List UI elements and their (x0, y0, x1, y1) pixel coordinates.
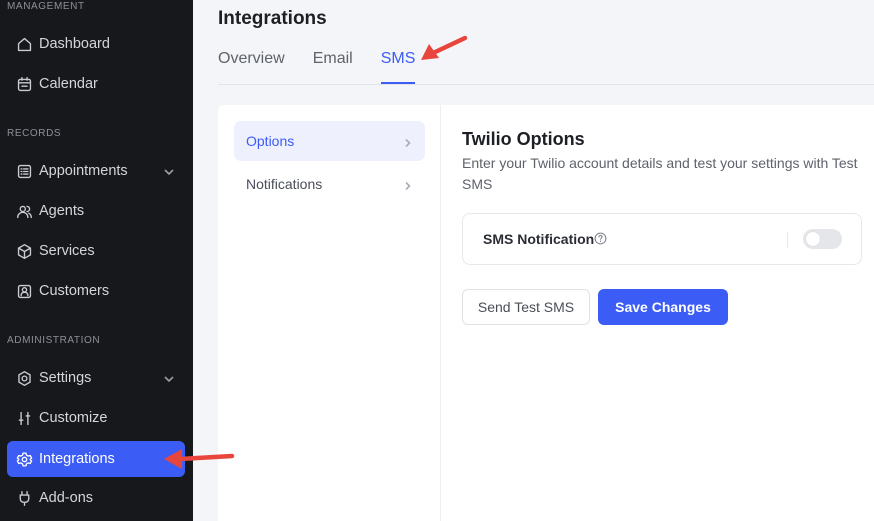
sidebar-item-label: Integrations (39, 451, 115, 467)
sidebar-item-services[interactable]: Services (7, 233, 185, 269)
subnav-item-options[interactable]: Options (234, 121, 425, 161)
sidebar-item-label: Settings (39, 370, 92, 386)
sidebar-item-label: Customize (39, 410, 108, 426)
integration-gear-icon (15, 450, 33, 468)
gear-icon (15, 369, 33, 387)
tab-email[interactable]: Email (313, 50, 353, 84)
tabs-divider (218, 84, 874, 85)
toggle-knob (806, 232, 820, 246)
section-description: Enter your Twilio account details and te… (462, 155, 858, 192)
question-circle-icon[interactable] (594, 232, 607, 245)
page-title: Integrations (218, 8, 327, 29)
sidebar-item-appointments[interactable]: Appointments (7, 153, 185, 189)
sidebar-item-agents[interactable]: Agents (7, 193, 185, 229)
sidebar-item-label: Customers (39, 283, 110, 299)
section-label-administration: ADMINISTRATION (7, 335, 101, 346)
subnav-item-notifications[interactable]: Notifications (234, 164, 425, 204)
save-changes-button[interactable]: Save Changes (598, 289, 728, 325)
sidebar: MANAGEMENT Dashboard Calendar RECORDS Ap… (0, 0, 193, 521)
section-label-management: MANAGEMENT (7, 1, 85, 12)
sidebar-item-label: Add-ons (39, 490, 94, 506)
chevron-right-icon (403, 178, 413, 191)
tab-bar: Overview Email SMS (218, 50, 415, 84)
sidebar-item-settings[interactable]: Settings (7, 360, 185, 396)
sidebar-item-customize[interactable]: Customize (7, 400, 185, 436)
main-content: Integrations Overview Email SMS Options … (193, 0, 874, 521)
sms-notification-toggle[interactable] (803, 229, 842, 249)
house-icon (15, 35, 33, 53)
setting-label: SMS Notification (483, 231, 595, 247)
plug-icon (15, 489, 33, 507)
sidebar-item-label: Appointments (39, 163, 128, 179)
tab-overview[interactable]: Overview (218, 50, 285, 84)
chevron-down-icon (163, 372, 175, 384)
tab-sms[interactable]: SMS (380, 50, 415, 84)
divider (787, 232, 788, 248)
list-icon (15, 162, 33, 180)
section-label-records: RECORDS (7, 128, 62, 139)
sidebar-item-customers[interactable]: Customers (7, 273, 185, 309)
subnav-item-label: Options (246, 133, 295, 149)
settings-subnav: Options Notifications (218, 105, 441, 521)
sidebar-item-calendar[interactable]: Calendar (7, 66, 185, 102)
options-content: Twilio Options Enter your Twilio account… (462, 105, 874, 521)
chevron-right-icon (403, 135, 413, 148)
sliders-icon (15, 409, 33, 427)
users-icon (15, 202, 33, 220)
sidebar-item-add-ons[interactable]: Add-ons (7, 480, 185, 516)
chevron-down-icon (163, 165, 175, 177)
sidebar-item-label: Calendar (39, 76, 98, 92)
section-title: Twilio Options (462, 129, 585, 149)
sidebar-item-dashboard[interactable]: Dashboard (7, 26, 185, 62)
sidebar-item-integrations[interactable]: Integrations (7, 441, 185, 477)
user-card-icon (15, 282, 33, 300)
subnav-item-label: Notifications (246, 176, 323, 192)
calendar-icon (15, 75, 33, 93)
box-icon (15, 242, 33, 260)
sms-notification-setting: SMS Notification (462, 213, 862, 265)
settings-panel: Options Notifications Twilio Options Ent… (218, 105, 874, 521)
sidebar-item-label: Agents (39, 203, 85, 219)
send-test-sms-button[interactable]: Send Test SMS (462, 289, 590, 325)
sidebar-item-label: Dashboard (39, 36, 110, 52)
sidebar-item-label: Services (39, 243, 95, 259)
